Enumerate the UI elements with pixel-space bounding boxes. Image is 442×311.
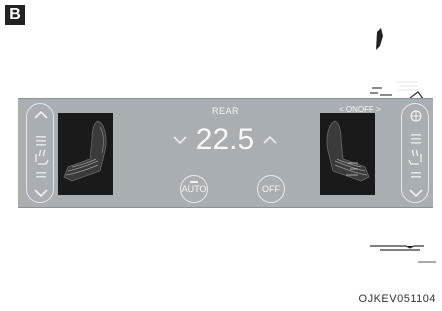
temp-up-chevron-icon[interactable] (262, 133, 278, 147)
temp-down-chevron-icon[interactable] (172, 133, 188, 147)
right-fan-icon[interactable] (410, 110, 422, 122)
rear-climate-panel: REAR < ONOFF > 22.5 AUTO OFF (18, 98, 433, 208)
right-seat-heat-icon[interactable] (408, 149, 422, 165)
temperature-value: 22.5 (195, 123, 255, 156)
left-seat-heat-icon[interactable] (35, 149, 49, 165)
off-button[interactable]: OFF (257, 175, 285, 203)
right-level-bars-icon (411, 134, 421, 144)
temperature-control: 22.5 (168, 121, 283, 161)
left-down-chevron-icon[interactable] (34, 189, 48, 198)
right-level-bars-lower-icon (411, 172, 421, 178)
left-seat-control (26, 103, 54, 203)
right-seat-illustration (320, 113, 375, 195)
right-down-chevron-icon[interactable] (409, 189, 423, 198)
left-seat-illustration (58, 113, 113, 195)
figure-code: OJKEV051104 (358, 293, 436, 305)
figure-badge: B (5, 5, 25, 25)
auto-button[interactable]: AUTO (180, 175, 208, 203)
right-seat-control (401, 103, 429, 203)
left-level-bars-icon (36, 136, 46, 146)
left-level-bars-lower-icon (36, 172, 46, 178)
